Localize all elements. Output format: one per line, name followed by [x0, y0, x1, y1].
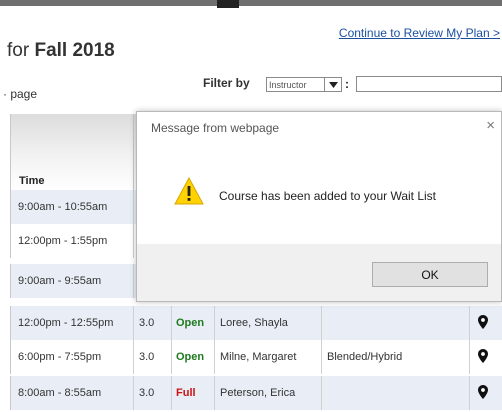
cell-time: 12:00pm - 12:55pm	[18, 317, 114, 329]
cell-time: 8:00am - 8:55am	[18, 387, 102, 399]
ok-button[interactable]: OK	[372, 262, 488, 287]
term-name: Fall 2018	[34, 40, 115, 61]
cell-format: Blended/Hybrid	[327, 351, 403, 363]
top-scroll-bar	[0, 0, 502, 6]
page-title: for Fall 2018	[7, 40, 115, 62]
status-badge: Open	[176, 351, 205, 363]
title-prefix: for	[7, 40, 30, 61]
cell-time: 6:00pm - 7:55pm	[18, 351, 102, 363]
table-row[interactable]: 12:00pm - 12:55pm 3.0 Open Loree, Shayla	[10, 306, 502, 340]
table-row[interactable]: 8:00am - 8:55am 3.0 Full Peterson, Erica	[10, 376, 502, 410]
header-time: Time	[19, 175, 45, 187]
map-pin-icon[interactable]	[478, 349, 488, 363]
cell-time: 12:00pm - 1:55pm	[18, 235, 108, 247]
cell-time: 9:00am - 9:55am	[18, 275, 102, 287]
map-pin-icon[interactable]	[478, 385, 488, 399]
map-pin-icon[interactable]	[478, 315, 488, 329]
dialog-footer: OK	[137, 244, 501, 301]
table-row[interactable]: 6:00pm - 7:55pm 3.0 Open Milne, Margaret…	[10, 340, 502, 374]
chevron-down-icon[interactable]	[324, 78, 341, 91]
dialog-message: Course has been added to your Wait List	[219, 189, 437, 203]
cell-credits: 3.0	[139, 317, 155, 329]
cell-credits: 3.0	[139, 351, 155, 363]
cell-time: 9:00am - 10:55am	[18, 201, 108, 213]
column-divider	[133, 114, 134, 190]
dialog-title: Message from webpage	[151, 121, 280, 135]
warning-icon	[174, 176, 204, 205]
status-badge: Open	[176, 317, 205, 329]
cell-instructor: Peterson, Erica	[220, 387, 296, 399]
page-text: · page	[3, 87, 38, 101]
cell-instructor: Loree, Shayla	[220, 317, 288, 329]
continue-to-review-link[interactable]: Continue to Review My Plan >	[339, 26, 500, 40]
cell-instructor: Milne, Margaret	[220, 351, 297, 363]
dialog-body: Course has been added to your Wait List	[137, 145, 501, 244]
cell-credits: 3.0	[139, 387, 155, 399]
close-icon[interactable]: ×	[486, 117, 495, 134]
filter-label: Filter by	[203, 76, 250, 90]
status-badge: Full	[176, 387, 196, 399]
filter-selected-value: Instructor	[269, 79, 307, 90]
scroll-thumb[interactable]	[217, 0, 239, 8]
filter-colon: :	[345, 77, 349, 91]
filter-input[interactable]	[356, 76, 502, 92]
filter-select[interactable]: Instructor	[266, 77, 342, 92]
message-dialog: Message from webpage × Course has been a…	[136, 111, 502, 302]
